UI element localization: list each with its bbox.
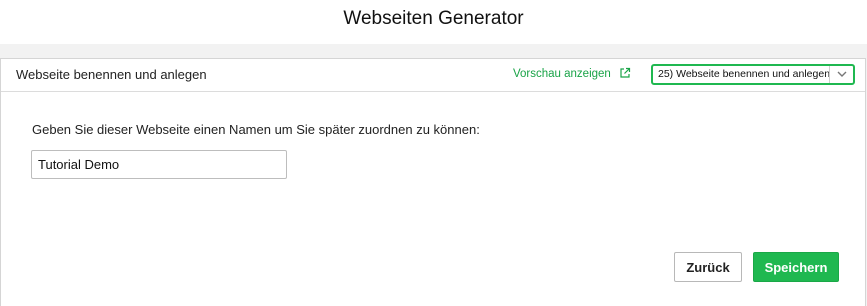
page-header: Webseiten Generator xyxy=(0,0,867,44)
external-link-icon[interactable] xyxy=(619,67,631,79)
page-title: Webseiten Generator xyxy=(343,8,524,29)
step-panel: Webseite benennen und anlegen Vorschau a… xyxy=(0,58,866,306)
step-select[interactable]: 25) Webseite benennen und anlegen xyxy=(651,64,855,85)
save-button[interactable]: Speichern xyxy=(753,252,839,282)
website-generator-app: Webseiten Generator Webseite benennen un… xyxy=(0,0,867,306)
back-button[interactable]: Zurück xyxy=(674,252,742,282)
step-select-value: 25) Webseite benennen und anlegen xyxy=(658,68,831,80)
website-name-input[interactable] xyxy=(31,150,287,179)
name-prompt-label: Geben Sie dieser Webseite einen Namen um… xyxy=(32,122,480,137)
panel-header: Webseite benennen und anlegen Vorschau a… xyxy=(1,59,865,92)
preview-link[interactable]: Vorschau anzeigen xyxy=(513,68,611,80)
step-select-divider xyxy=(829,66,830,83)
chevron-down-icon xyxy=(837,71,847,77)
panel-title: Webseite benennen und anlegen xyxy=(16,67,207,82)
